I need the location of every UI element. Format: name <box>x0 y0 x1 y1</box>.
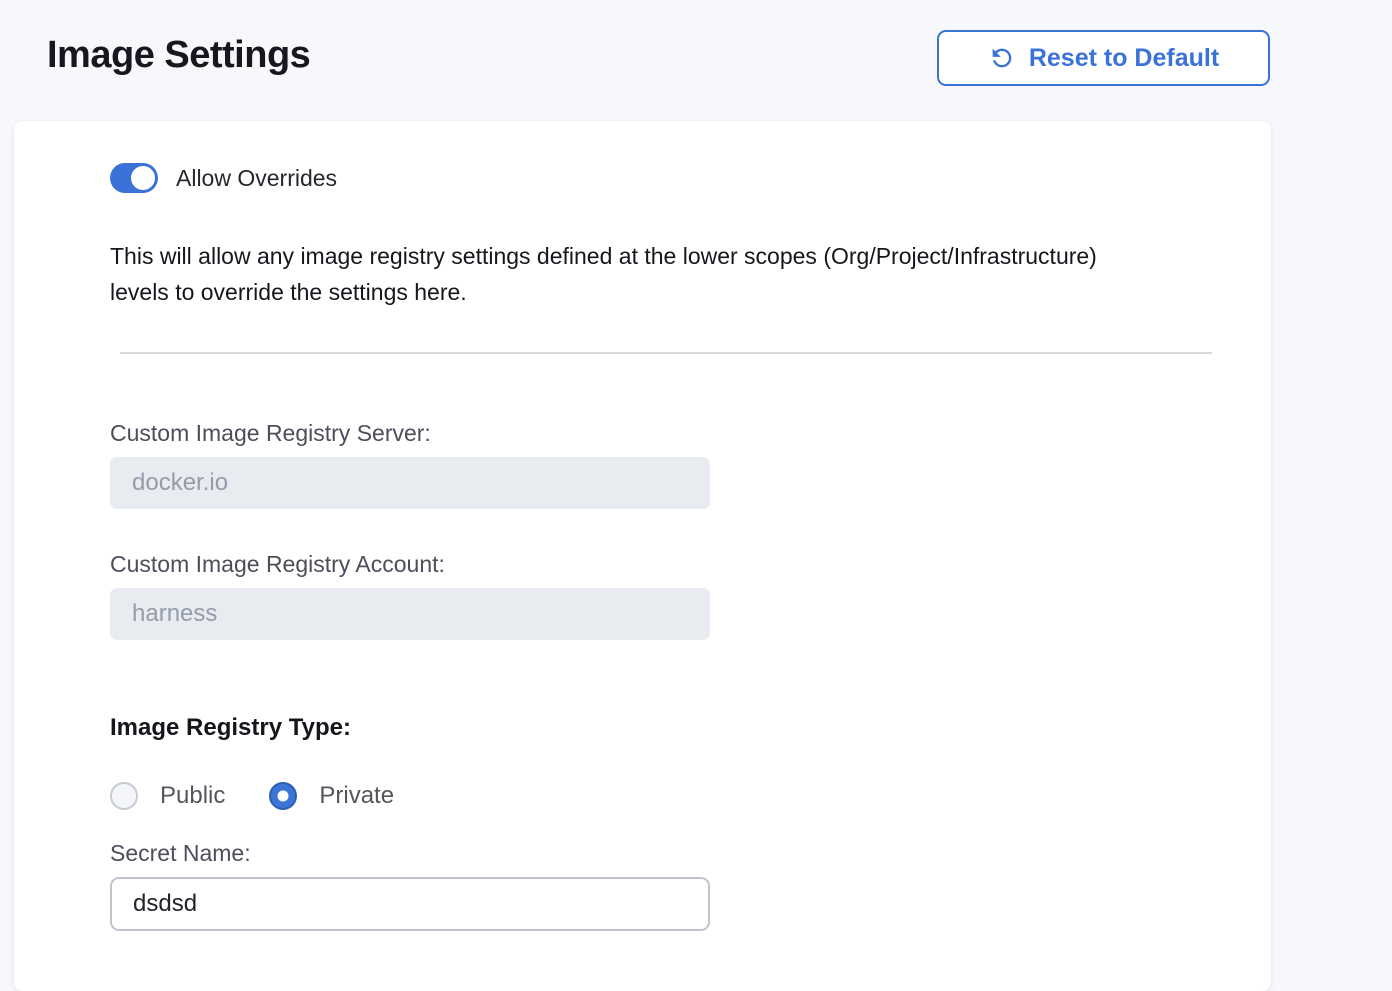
reset-button-label: Reset to Default <box>1029 44 1219 73</box>
radio-private-label: Private <box>319 782 394 810</box>
divider <box>120 352 1212 354</box>
reset-to-default-button[interactable]: Reset to Default <box>937 30 1270 86</box>
allow-overrides-toggle[interactable] <box>110 163 158 193</box>
registry-account-input <box>110 588 710 640</box>
overrides-description: This will allow any image registry setti… <box>110 238 1219 310</box>
description-line-2: levels to override the settings here. <box>110 274 1219 310</box>
page-title: Image Settings <box>47 34 310 77</box>
radio-public[interactable]: Public <box>110 782 225 810</box>
registry-type-label: Image Registry Type: <box>110 714 1219 742</box>
secret-name-input[interactable] <box>110 877 710 931</box>
secret-name-label: Secret Name: <box>110 840 1219 867</box>
allow-overrides-row: Allow Overrides <box>110 163 1219 193</box>
allow-overrides-label: Allow Overrides <box>176 165 337 192</box>
radio-public-circle[interactable] <box>110 782 138 810</box>
reset-icon <box>988 44 1016 72</box>
description-line-1: This will allow any image registry setti… <box>110 238 1219 274</box>
page-header: Image Settings Reset to Default <box>0 0 1392 121</box>
registry-account-label: Custom Image Registry Account: <box>110 551 1219 578</box>
registry-server-input <box>110 457 710 509</box>
image-settings-card: Allow Overrides This will allow any imag… <box>14 121 1271 991</box>
toggle-knob <box>131 166 155 190</box>
registry-type-radio-group: Public Private <box>110 782 1219 810</box>
registry-server-label: Custom Image Registry Server: <box>110 420 1219 447</box>
radio-public-label: Public <box>160 782 225 810</box>
radio-private-circle[interactable] <box>269 782 297 810</box>
radio-private[interactable]: Private <box>269 782 394 810</box>
